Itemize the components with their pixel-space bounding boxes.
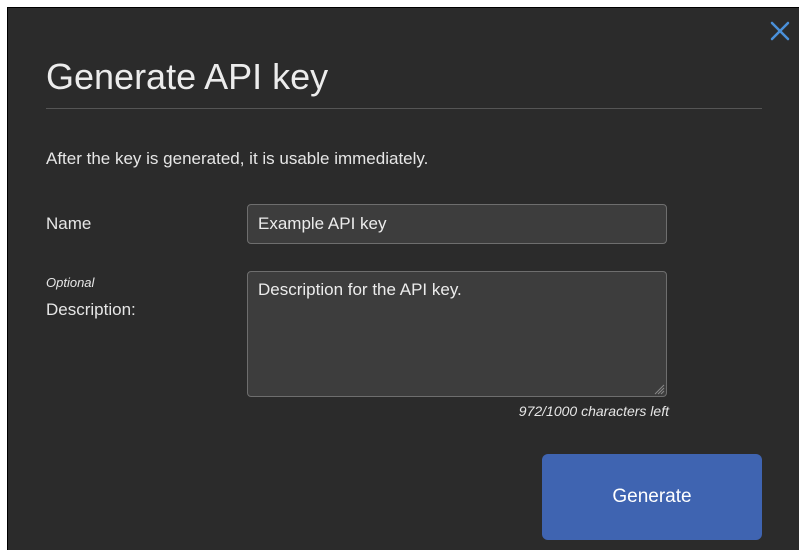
generate-button[interactable]: Generate (542, 454, 762, 540)
description-label: Description: (46, 300, 136, 319)
generate-api-key-dialog: Generate API key After the key is genera… (7, 7, 799, 550)
close-button[interactable] (763, 14, 797, 48)
character-counter: 972/1000 characters left (518, 403, 669, 419)
close-icon (770, 21, 790, 41)
name-label: Name (46, 214, 92, 233)
name-input[interactable] (247, 204, 667, 244)
dialog-title: Generate API key (46, 56, 329, 97)
intro-text: After the key is generated, it is usable… (46, 149, 429, 168)
optional-label: Optional (46, 275, 95, 290)
title-divider (46, 108, 762, 109)
resize-handle-icon[interactable] (653, 383, 665, 395)
description-textarea[interactable]: Description for the API key. (247, 271, 667, 397)
